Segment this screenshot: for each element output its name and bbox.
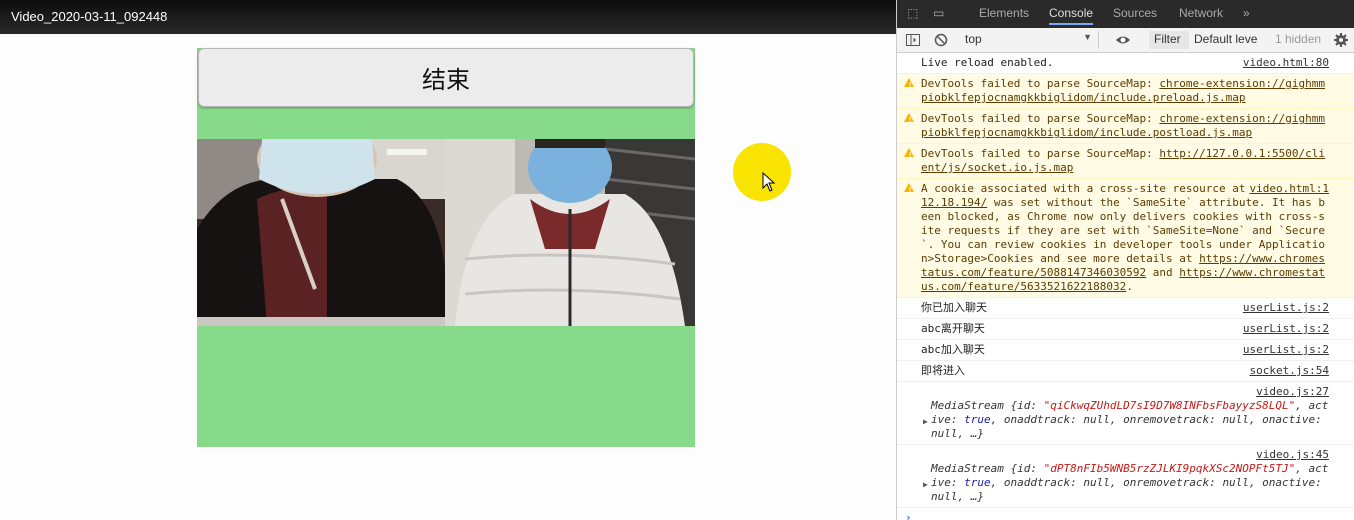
warning-text: DevTools failed to parse SourceMap: [921,77,1160,90]
object-label: MediaStream [931,399,1011,412]
object-token: null [1083,476,1110,489]
message-source-link[interactable]: userList.js:2 [1239,343,1329,357]
console-warning: DevTools failed to parse SourceMap: chro… [897,74,1354,109]
message-source-link[interactable]: video.html:1 [1245,182,1329,196]
web-page: 结束 [0,34,896,520]
object-token: null, …} [931,427,984,440]
tab-elements[interactable]: Elements [979,6,1029,20]
remote-video [445,139,695,326]
hidden-count: 1 hidden [1275,32,1322,46]
object-token: null [1222,413,1249,426]
mouse-pointer-icon [762,172,776,192]
object-id: "qiCkwqZUhdLD7sI9D7W8INFbsFbayyzS8LQL" [1043,399,1296,412]
inspect-icon[interactable]: ⬚ [907,6,918,20]
console-object: video.js:45 ▶ MediaStream {id: "dPT8nFIb… [897,445,1354,508]
tab-sources[interactable]: Sources [1113,6,1157,20]
console-message: abc加入聊天 userList.js:2 [897,340,1354,361]
warning-text: and [1146,266,1180,279]
console-object: video.js:27 ▶ MediaStream {id: "qiCkwqZU… [897,382,1354,445]
gear-icon[interactable] [1333,32,1349,48]
message-text: abc离开聊天 [921,322,985,335]
prompt-caret: › [905,511,912,520]
object-token: true [964,413,991,426]
warning-icon [904,113,914,127]
tab-network[interactable]: Network [1179,6,1223,20]
console-message: abc离开聊天 userList.js:2 [897,319,1354,340]
tab-console[interactable]: Console [1049,6,1094,25]
console-message: Live reload enabled. video.html:80 [897,53,1354,74]
message-text: abc加入聊天 [921,343,985,356]
device-toolbar-icon[interactable]: ▭ [933,6,944,20]
warning-text: DevTools failed to parse SourceMap: [921,147,1160,160]
object-token: , onremovetrack: [1109,476,1223,489]
message-text: Live reload enabled. [921,56,1054,69]
message-text: 你已加入聊天 [921,301,987,314]
clear-console-icon[interactable] [933,32,949,48]
local-video-frame [197,139,445,326]
warning-text: . [1126,280,1133,293]
object-token: , onaddtrack: [990,413,1084,426]
console-prompt[interactable]: › [897,508,1354,520]
object-token: {id: [1010,462,1044,475]
remote-video-frame [445,139,695,326]
warning-icon [904,78,914,92]
object-token: null, …} [931,490,984,503]
expand-triangle-icon[interactable]: ▶ [923,478,928,492]
object-token: {id: [1010,399,1044,412]
video-title: Video_2020-03-11_092448 [11,9,168,24]
chevron-down-icon: ▼ [1083,32,1092,42]
object-token: true [964,476,991,489]
context-value: top [965,32,982,46]
console-message: 你已加入聊天 userList.js:2 [897,298,1354,319]
object-token: null [1222,476,1249,489]
context-selector[interactable]: top ▼ [959,31,1099,49]
console-warning-cookie: video.html:1 A cookie associated with a … [897,179,1354,298]
devtools-tab-bar: ⬚ ▭ Elements Console Sources Network » [897,0,1354,28]
sidebar-toggle-icon[interactable] [905,32,921,48]
object-token: null [1083,413,1110,426]
message-source-link[interactable]: video.html:80 [1239,56,1329,70]
object-id: "dPT8nFIb5WNB5rzZJLKI9pqkXSc2NOPFt5TJ" [1043,462,1296,475]
object-token: , onremovetrack: [1109,413,1223,426]
object-token: , onaddtrack: [990,476,1084,489]
eye-icon[interactable] [1115,32,1131,48]
end-call-button[interactable]: 结束 [198,48,694,107]
warning-text: A cookie associated with a cross-site re… [921,182,1253,195]
warning-text: DevTools failed to parse SourceMap: [921,112,1160,125]
tab-more[interactable]: » [1243,6,1250,20]
console-warning: DevTools failed to parse SourceMap: chro… [897,109,1354,144]
console-message: 即将进入 socket.js:54 [897,361,1354,382]
local-video [197,139,445,326]
message-source-link[interactable]: video.js:45 [931,448,1329,462]
object-label: MediaStream [931,462,1011,475]
object-token: , onactive: [1248,476,1322,489]
warning-icon [904,183,914,197]
video-chat-app: 结束 [197,48,695,447]
message-source-link[interactable]: video.js:27 [931,385,1329,399]
filter-input[interactable]: Filter [1149,31,1189,49]
console-output: Live reload enabled. video.html:80 DevTo… [897,53,1354,520]
console-warning: DevTools failed to parse SourceMap: http… [897,144,1354,179]
message-source-link[interactable]: userList.js:2 [1239,322,1329,336]
object-token: , onactive: [1248,413,1322,426]
console-toolbar: top ▼ Filter Default leve 1 hidden [897,28,1354,53]
expand-triangle-icon[interactable]: ▶ [923,415,928,429]
devtools-panel: ⬚ ▭ Elements Console Sources Network » t… [896,0,1354,520]
warning-icon [904,148,914,162]
message-source-link[interactable]: userList.js:2 [1239,301,1329,315]
log-level-selector[interactable]: Default leve [1194,32,1257,46]
message-source-link[interactable]: socket.js:54 [1246,364,1329,378]
message-text: 即将进入 [921,364,965,377]
